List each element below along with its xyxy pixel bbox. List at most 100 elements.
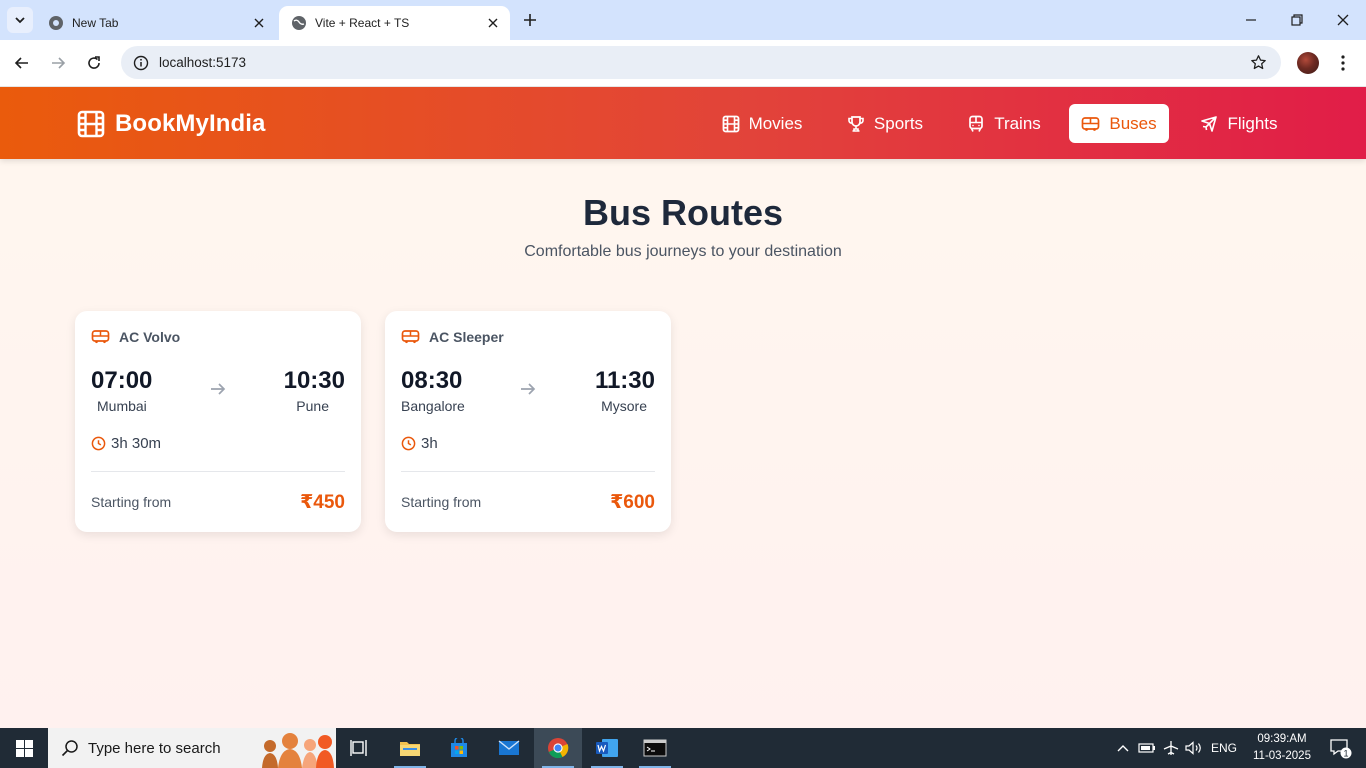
forward-button[interactable] xyxy=(44,49,72,77)
tab-search-button[interactable] xyxy=(7,7,33,33)
show-hidden-icons-button[interactable] xyxy=(1112,728,1134,768)
word-icon xyxy=(596,739,618,757)
chevron-down-icon xyxy=(15,17,25,24)
arrow-right-icon xyxy=(521,383,536,395)
browser-menu-button[interactable] xyxy=(1333,51,1353,75)
close-tab-icon[interactable] xyxy=(483,13,503,33)
clock-time: 09:39:AM xyxy=(1257,733,1307,745)
airplane-icon xyxy=(1163,741,1179,755)
bus-type: AC Sleeper xyxy=(401,329,504,345)
nav-buses[interactable]: Buses xyxy=(1069,104,1169,143)
input-language[interactable]: ENG xyxy=(1208,728,1240,768)
system-clock[interactable]: 09:39:AM 11-03-2025 xyxy=(1245,731,1319,765)
reload-icon xyxy=(88,56,100,69)
restore-icon xyxy=(1291,14,1303,26)
windows-logo-icon xyxy=(15,739,33,757)
starting-from-label: Starting from xyxy=(91,494,172,510)
back-button[interactable] xyxy=(8,49,36,77)
bus-route-card[interactable]: AC Volvo 07:00 Mumbai 10:30 Pune 3h 30m … xyxy=(75,311,361,532)
folder-icon xyxy=(400,742,420,756)
chrome-icon xyxy=(48,15,64,31)
battery-status[interactable] xyxy=(1136,728,1158,768)
store-icon xyxy=(451,738,467,757)
duration: 3h xyxy=(401,435,438,452)
terminal-button[interactable] xyxy=(631,728,679,768)
restore-button[interactable] xyxy=(1274,0,1320,40)
arrow-left-icon xyxy=(14,57,28,69)
close-tab-icon[interactable] xyxy=(249,13,269,33)
arrival-time: 11:30 xyxy=(594,367,655,394)
brand-logo[interactable]: BookMyIndia xyxy=(77,109,265,139)
url-text: localhost:5173 xyxy=(159,55,247,70)
page-title: Bus Routes xyxy=(582,192,784,233)
taskbar-search[interactable]: Type here to search xyxy=(48,728,336,768)
page-subtitle: Comfortable bus journeys to your destina… xyxy=(524,243,842,260)
clock-icon xyxy=(91,436,106,451)
site-info-icon[interactable] xyxy=(133,55,149,71)
address-bar[interactable]: localhost:5173 xyxy=(121,46,1281,79)
globe-icon xyxy=(291,15,307,31)
starting-from-label: Starting from xyxy=(401,494,482,510)
search-icon xyxy=(61,740,78,757)
bus-icon xyxy=(401,330,420,344)
web-page: BookMyIndia Movies Sports Trains Buses F… xyxy=(0,87,1366,728)
minimize-icon xyxy=(1246,19,1256,21)
nav-movies[interactable]: Movies xyxy=(707,104,817,143)
file-explorer-button[interactable] xyxy=(386,728,434,768)
clock-icon xyxy=(401,436,416,451)
nav-label: Flights xyxy=(1227,113,1278,133)
nav-label: Sports xyxy=(873,113,924,133)
bus-route-card[interactable]: AC Sleeper 08:30 Bangalore 11:30 Mysore … xyxy=(385,311,671,532)
volume-control[interactable] xyxy=(1183,728,1205,768)
departure-time: 07:00 xyxy=(91,367,153,394)
chrome-taskbar-button[interactable] xyxy=(534,728,582,768)
bus-icon xyxy=(91,330,110,344)
start-button[interactable] xyxy=(0,728,48,768)
tab-new-tab[interactable]: New Tab xyxy=(36,6,276,40)
browser-toolbar: localhost:5173 xyxy=(0,40,1366,87)
trophy-icon xyxy=(848,115,864,132)
bus-type-label: AC Sleeper xyxy=(429,329,504,345)
airplane-mode-status[interactable] xyxy=(1160,728,1182,768)
minimize-button[interactable] xyxy=(1228,0,1274,40)
plane-icon xyxy=(1201,115,1218,132)
browser-tab-strip: New Tab Vite + React + TS xyxy=(0,0,1366,40)
brand-name: BookMyIndia xyxy=(115,110,266,137)
plus-icon xyxy=(524,14,536,26)
nav-label: Movies xyxy=(748,113,803,133)
departure-time: 08:30 xyxy=(401,367,463,394)
terminal-icon xyxy=(643,739,667,757)
arrival-city: Pune xyxy=(296,398,329,414)
nav-flights[interactable]: Flights xyxy=(1185,104,1293,143)
chevron-up-icon xyxy=(1117,745,1129,752)
tab-vite-react[interactable]: Vite + React + TS xyxy=(279,6,510,40)
bookmark-star-icon[interactable] xyxy=(1250,54,1267,71)
tab-title: Vite + React + TS xyxy=(315,16,410,30)
nav-trains[interactable]: Trains xyxy=(955,104,1053,143)
price: ₹450 xyxy=(300,492,345,513)
nav-sports[interactable]: Sports xyxy=(833,104,937,143)
chrome-icon xyxy=(548,738,569,759)
close-window-button[interactable] xyxy=(1320,0,1366,40)
duration-label: 3h 30m xyxy=(111,435,162,452)
microsoft-store-button[interactable] xyxy=(435,728,483,768)
mail-icon xyxy=(498,740,520,755)
task-view-button[interactable] xyxy=(336,728,384,768)
film-icon xyxy=(722,115,739,132)
train-icon xyxy=(969,115,984,132)
bus-type: AC Volvo xyxy=(91,329,180,345)
battery-icon xyxy=(1138,743,1155,753)
word-button[interactable] xyxy=(583,728,631,768)
reload-button[interactable] xyxy=(80,49,108,77)
film-icon xyxy=(77,110,105,138)
price: ₹600 xyxy=(610,492,655,513)
profile-avatar[interactable] xyxy=(1297,52,1319,74)
tab-title: New Tab xyxy=(72,16,119,30)
close-icon xyxy=(1337,14,1349,26)
action-center-button[interactable]: 1 xyxy=(1320,728,1360,768)
mail-button[interactable] xyxy=(485,728,533,768)
new-tab-button[interactable] xyxy=(518,8,542,32)
notification-count: 1 xyxy=(1343,749,1348,759)
speaker-icon xyxy=(1185,741,1201,755)
more-vertical-icon xyxy=(1341,55,1345,71)
